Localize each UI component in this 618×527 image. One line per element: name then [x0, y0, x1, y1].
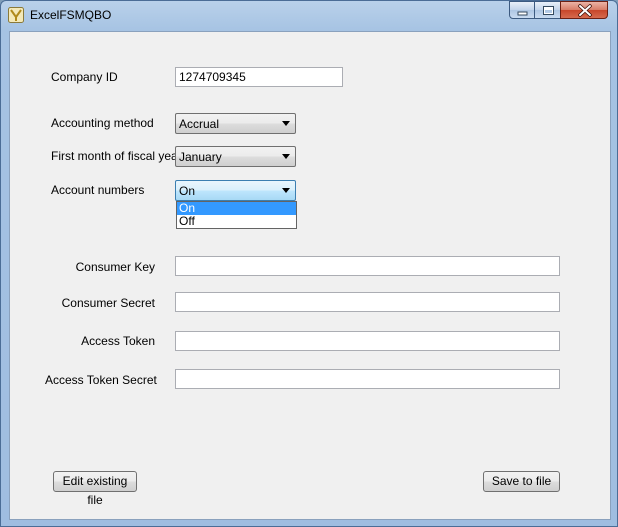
consumer-secret-input[interactable]	[175, 292, 560, 312]
access-token-secret-label: Access Token Secret	[45, 373, 157, 387]
accounting-method-select[interactable]: Accrual	[175, 113, 296, 134]
account-numbers-value: On	[179, 184, 196, 198]
company-id-input[interactable]	[175, 67, 343, 87]
chevron-down-icon	[282, 188, 290, 193]
save-to-file-button[interactable]: Save to file	[483, 471, 560, 492]
account-numbers-dropdown-list: On Off	[176, 201, 297, 229]
accounting-method-value: Accrual	[179, 117, 220, 131]
consumer-key-label: Consumer Key	[75, 260, 155, 274]
fiscal-month-select[interactable]: January	[175, 146, 296, 167]
window-title: ExcelFSMQBO	[30, 8, 112, 22]
consumer-key-input[interactable]	[175, 256, 560, 276]
fiscal-month-label: First month of fiscal year	[51, 149, 182, 163]
fiscal-month-value: January	[179, 150, 222, 164]
edit-existing-file-button[interactable]: Edit existing file	[53, 471, 137, 507]
account-numbers-label: Account numbers	[51, 183, 145, 197]
minimize-button[interactable]	[509, 1, 535, 19]
accounting-method-label: Accounting method	[51, 116, 154, 130]
maximize-button[interactable]	[534, 1, 561, 19]
dropdown-option-off[interactable]: Off	[177, 215, 296, 228]
access-token-secret-input[interactable]	[175, 369, 560, 389]
close-icon	[578, 4, 592, 17]
company-id-label: Company ID	[51, 70, 118, 84]
title-bar[interactable]: ExcelFSMQBO	[1, 1, 617, 31]
chevron-down-icon	[282, 154, 290, 159]
app-window: ExcelFSMQBO Company ID Accounting method	[0, 0, 618, 527]
minimize-icon	[517, 11, 528, 16]
close-button[interactable]	[560, 1, 608, 19]
chevron-down-icon	[282, 121, 290, 126]
consumer-secret-label: Consumer Secret	[61, 296, 155, 310]
form-body: Company ID Accounting method Accrual Fir…	[9, 31, 611, 520]
maximize-icon	[543, 6, 554, 15]
access-token-input[interactable]	[175, 331, 560, 351]
access-token-label: Access Token	[81, 334, 155, 348]
account-numbers-select[interactable]: On	[175, 180, 296, 201]
app-icon[interactable]	[8, 7, 24, 23]
